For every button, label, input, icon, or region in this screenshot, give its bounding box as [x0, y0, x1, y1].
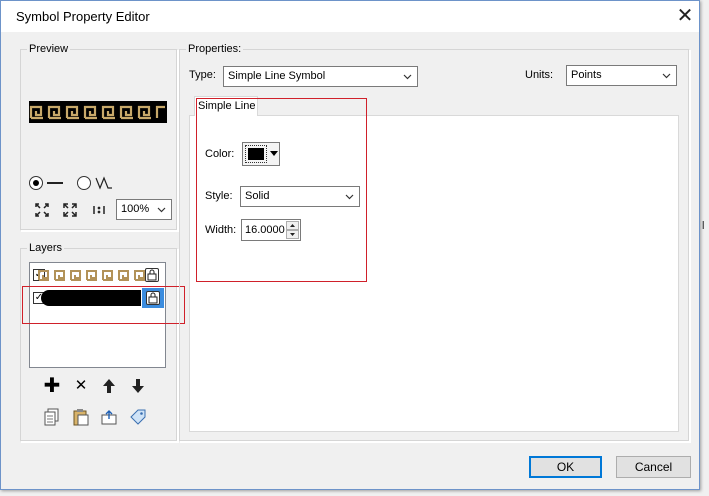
ok-button[interactable]: OK: [529, 456, 602, 478]
preview-group-label: Preview: [27, 43, 71, 55]
layers-group-label: Layers: [27, 242, 65, 254]
fit-to-extent-icon[interactable]: [31, 199, 53, 221]
properties-group-label: Properties:: [186, 43, 244, 55]
spinner-down-icon[interactable]: [286, 230, 299, 239]
greek-key-layer-icon: [38, 270, 145, 281]
radio-selected-dot: [33, 180, 39, 186]
greek-key-pattern-icon: [29, 105, 165, 120]
line-preview-radio[interactable]: [29, 176, 43, 190]
type-label: Type:: [189, 69, 216, 81]
zoom-value: 100%: [121, 203, 150, 215]
units-select[interactable]: Points: [566, 65, 677, 86]
width-input[interactable]: [243, 221, 286, 239]
tag-icon[interactable]: [127, 406, 149, 428]
background-text-fragment: l: [702, 220, 705, 232]
move-layer-up-icon[interactable]: [98, 375, 120, 397]
width-label: Width:: [205, 224, 237, 236]
add-layer-icon[interactable]: ✚: [41, 375, 63, 397]
color-swatch-frame: [245, 145, 267, 163]
symbol-property-editor-dialog: Symbol Property Editor ✕ Preview 100% La…: [0, 0, 700, 490]
restore-layer-icon[interactable]: [98, 406, 120, 428]
copy-layer-icon[interactable]: [41, 406, 63, 428]
close-icon[interactable]: ✕: [671, 3, 699, 29]
dialog-title: Symbol Property Editor: [16, 9, 150, 24]
title-bar: Symbol Property Editor ✕: [1, 1, 699, 32]
zoom-full-icon[interactable]: [59, 199, 81, 221]
symbol-preview-swatch: [29, 101, 167, 123]
color-picker-button[interactable]: [242, 142, 280, 166]
type-select[interactable]: Simple Line Symbol: [223, 66, 418, 87]
layer-row[interactable]: ✓: [31, 265, 164, 285]
type-value: Simple Line Symbol: [228, 70, 326, 82]
layer-lock-icon[interactable]: [145, 268, 159, 282]
style-select[interactable]: Solid: [240, 186, 360, 207]
remove-layer-icon[interactable]: ✕: [70, 375, 92, 397]
annotation-highlight-box: [22, 286, 185, 324]
width-spinner[interactable]: [241, 219, 301, 241]
chevron-down-icon: [345, 194, 354, 200]
cancel-button[interactable]: Cancel: [616, 456, 691, 478]
units-value: Points: [571, 69, 602, 81]
curve-preview-radio[interactable]: [77, 176, 91, 190]
units-label: Units:: [525, 69, 554, 81]
style-label: Style:: [205, 190, 233, 202]
paste-layer-icon[interactable]: [70, 406, 92, 428]
zigzag-line-icon: [95, 176, 112, 190]
move-layer-down-icon[interactable]: [127, 375, 149, 397]
chevron-down-icon: [157, 207, 166, 213]
actual-size-icon[interactable]: [88, 199, 110, 221]
dropdown-arrow-icon: [270, 151, 278, 156]
chevron-down-icon: [403, 74, 412, 80]
color-label: Color:: [205, 148, 235, 160]
style-value: Solid: [245, 190, 270, 202]
color-swatch: [248, 148, 264, 160]
background-window-edge: [699, 0, 709, 496]
straight-line-icon: [47, 182, 63, 184]
chevron-down-icon: [662, 73, 671, 79]
zoom-select[interactable]: 100%: [116, 199, 172, 220]
spinner-up-icon[interactable]: [286, 221, 299, 230]
